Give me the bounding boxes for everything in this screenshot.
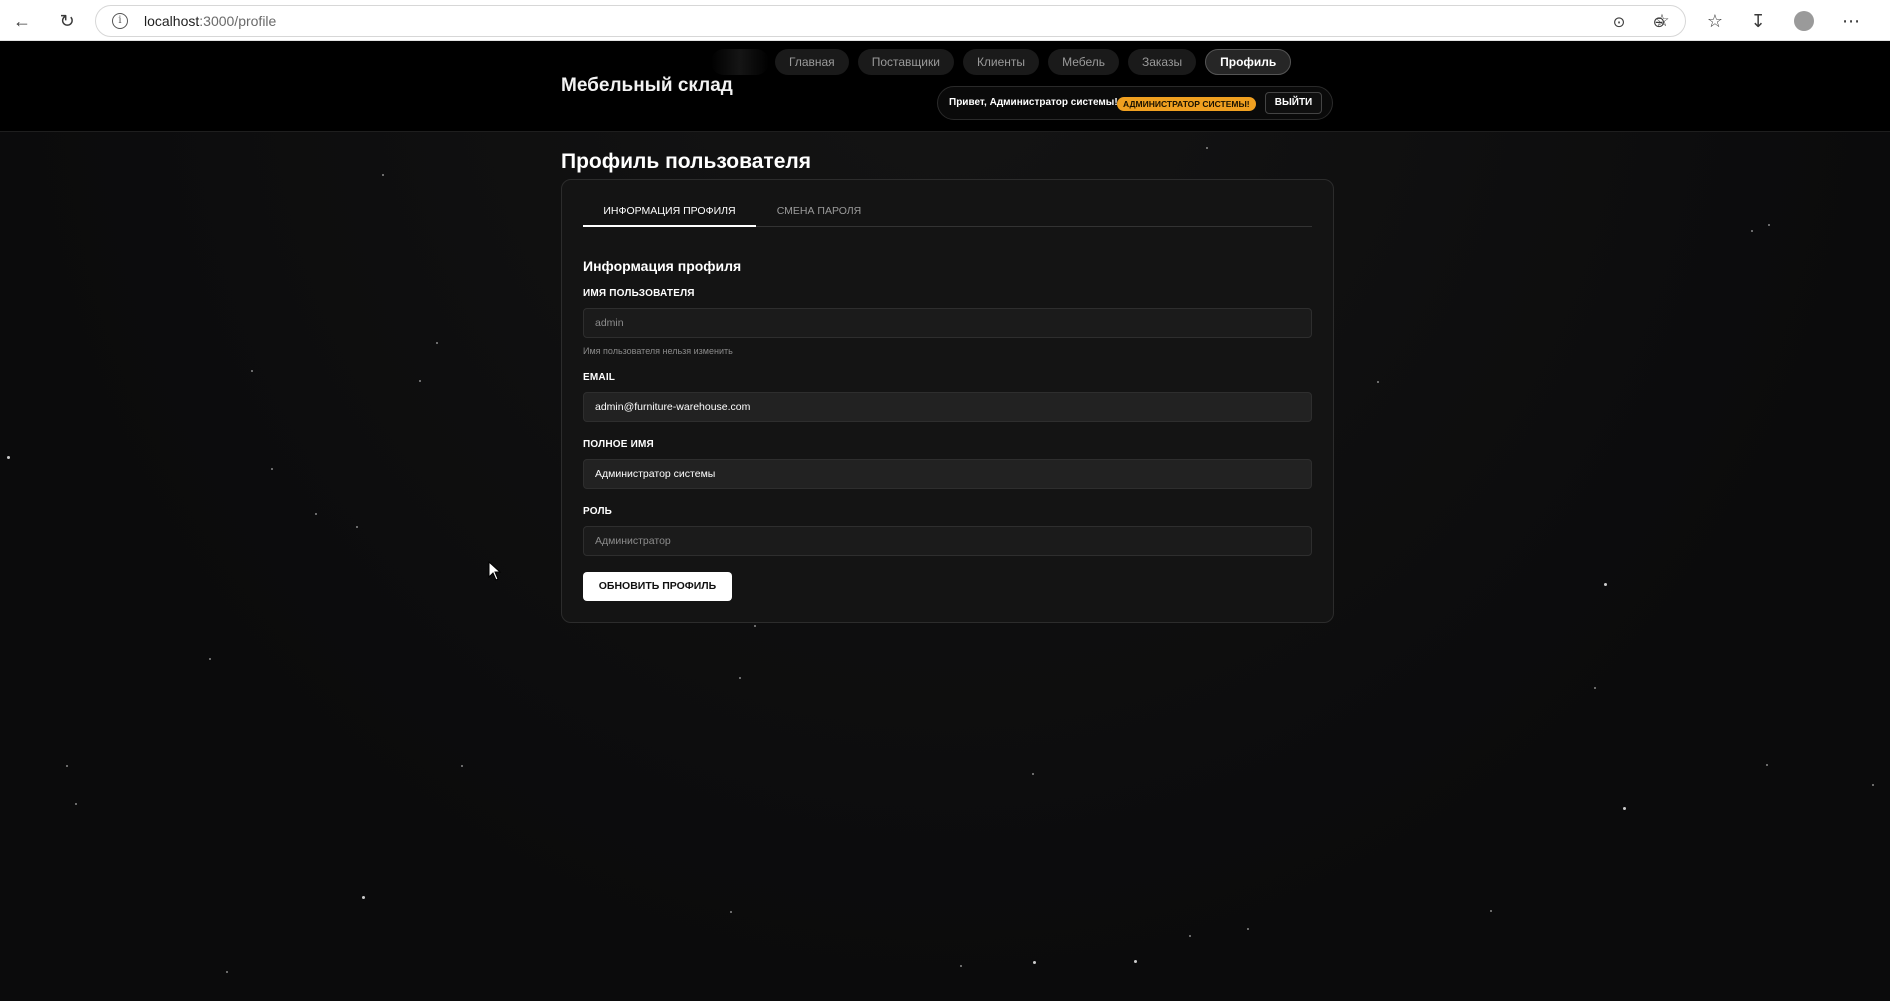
email-label: EMAIL bbox=[583, 372, 616, 383]
star-decoration bbox=[1377, 381, 1379, 383]
star-decoration bbox=[315, 513, 317, 515]
star-decoration bbox=[1766, 764, 1768, 766]
address-bar[interactable]: i localhost:3000/profile ⊖ ⊙ bbox=[95, 5, 1686, 37]
user-info-box: Привет, Администратор системы! АДМИНИСТР… bbox=[937, 86, 1333, 120]
url-text: localhost:3000/profile bbox=[144, 13, 277, 29]
nav-item-suppliers[interactable]: Поставщики bbox=[857, 49, 954, 75]
more-options-icon[interactable]: ⊙ bbox=[1606, 9, 1632, 35]
main-nav: Главная Поставщики Клиенты Мебель Заказы… bbox=[775, 49, 1292, 75]
page: Мебельный склад Главная Поставщики Клиен… bbox=[0, 41, 1890, 1001]
star-decoration bbox=[66, 765, 68, 767]
star-decoration bbox=[1623, 807, 1626, 810]
tab-profile-info[interactable]: ИНФОРМАЦИЯ ПРОФИЛЯ bbox=[583, 201, 756, 227]
star-decoration bbox=[75, 803, 77, 805]
profile-avatar-icon[interactable] bbox=[1791, 8, 1817, 34]
nav-item-orders[interactable]: Заказы bbox=[1128, 49, 1197, 75]
star-decoration bbox=[1033, 961, 1036, 964]
star-decoration bbox=[1206, 147, 1208, 149]
star-decoration bbox=[1032, 773, 1034, 775]
star-decoration bbox=[436, 342, 438, 344]
full-name-field[interactable]: Администратор системы bbox=[583, 459, 1312, 489]
star-decoration bbox=[730, 911, 732, 913]
nav-item-home[interactable]: Главная bbox=[775, 49, 849, 75]
back-icon[interactable]: ← bbox=[9, 8, 35, 34]
star-decoration bbox=[271, 468, 273, 470]
nav-fade bbox=[711, 49, 769, 75]
star-decoration bbox=[1604, 583, 1607, 586]
username-field: admin bbox=[583, 308, 1312, 338]
star-decoration bbox=[382, 174, 384, 176]
reload-icon[interactable]: ↻ bbox=[54, 8, 80, 34]
menu-dots-icon[interactable]: ⋯ bbox=[1838, 8, 1864, 34]
star-decoration bbox=[739, 677, 741, 679]
star-decoration bbox=[754, 625, 756, 627]
star-decoration bbox=[419, 380, 421, 382]
star-decoration bbox=[356, 526, 358, 528]
star-decoration bbox=[1134, 960, 1137, 963]
profile-card: ИНФОРМАЦИЯ ПРОФИЛЯ СМЕНА ПАРОЛЯ Информац… bbox=[561, 179, 1334, 623]
favorites-list-icon[interactable]: ☆ bbox=[1702, 8, 1728, 34]
star-decoration bbox=[1189, 935, 1191, 937]
page-title: Профиль пользователя bbox=[561, 150, 811, 173]
site-info-icon[interactable]: i bbox=[112, 13, 128, 29]
star-decoration bbox=[209, 658, 211, 660]
mouse-cursor-icon bbox=[488, 561, 502, 581]
full-name-label: ПОЛНОЕ ИМЯ bbox=[583, 439, 654, 450]
logout-button[interactable]: ВЫЙТИ bbox=[1265, 92, 1322, 114]
star-decoration bbox=[1751, 230, 1753, 232]
star-decoration bbox=[362, 896, 365, 899]
nav-item-profile[interactable]: Профиль bbox=[1205, 49, 1292, 75]
nav-item-clients[interactable]: Клиенты bbox=[962, 49, 1040, 75]
browser-toolbar: ← ↻ i localhost:3000/profile ⊖ ⊙ ☆ ☆ ↧ ⋯ bbox=[0, 0, 1890, 41]
username-hint: Имя пользователя нельзя изменить bbox=[583, 346, 733, 356]
profile-tabs: ИНФОРМАЦИЯ ПРОФИЛЯ СМЕНА ПАРОЛЯ bbox=[583, 201, 1312, 227]
tab-change-password[interactable]: СМЕНА ПАРОЛЯ bbox=[759, 201, 879, 225]
username-label: ИМЯ ПОЛЬЗОВАТЕЛЯ bbox=[583, 288, 695, 299]
brand-title[interactable]: Мебельный склад bbox=[561, 75, 733, 97]
section-title: Информация профиля bbox=[583, 258, 742, 274]
star-decoration bbox=[1490, 910, 1492, 912]
email-field[interactable]: admin@furniture-warehouse.com bbox=[583, 392, 1312, 422]
nav-item-furniture[interactable]: Мебель bbox=[1048, 49, 1119, 75]
star-decoration bbox=[960, 965, 962, 967]
star-decoration bbox=[1768, 224, 1770, 226]
star-decoration bbox=[226, 971, 228, 973]
app-header: Мебельный склад Главная Поставщики Клиен… bbox=[0, 41, 1890, 132]
star-decoration bbox=[1247, 928, 1249, 930]
greeting-text: Привет, Администратор системы! bbox=[949, 97, 1118, 108]
star-decoration bbox=[461, 765, 463, 767]
star-decoration bbox=[7, 456, 10, 459]
role-badge: АДМИНИСТРАТОР СИСТЕМЫ! bbox=[1117, 97, 1256, 111]
downloads-icon[interactable]: ↧ bbox=[1745, 8, 1771, 34]
update-profile-button[interactable]: ОБНОВИТЬ ПРОФИЛЬ bbox=[583, 572, 732, 601]
star-decoration bbox=[251, 370, 253, 372]
role-field: Администратор bbox=[583, 526, 1312, 556]
star-decoration bbox=[1594, 687, 1596, 689]
star-decoration bbox=[1872, 784, 1874, 786]
role-label: РОЛЬ bbox=[583, 506, 613, 517]
favorite-star-icon[interactable]: ☆ bbox=[1649, 8, 1675, 34]
